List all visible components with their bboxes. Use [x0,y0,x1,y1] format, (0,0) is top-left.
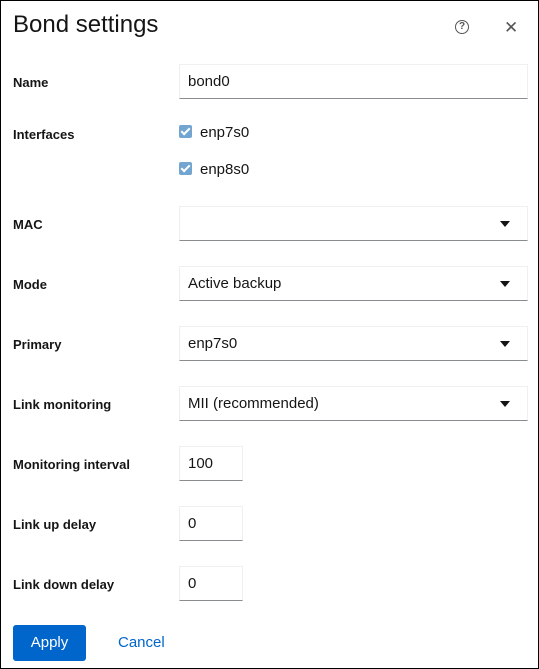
interface-enp8s0-checkbox[interactable]: enp8s0 [179,161,249,178]
primary-label: Primary [13,337,62,352]
name-input[interactable]: bond0 [179,64,528,99]
interfaces-label: Interfaces [13,127,75,142]
link-down-delay-label: Link down delay [13,577,115,592]
primary-value: enp7s0 [188,335,238,352]
cancel-button[interactable]: Cancel [118,634,165,651]
interface-enp7s0-checkbox[interactable]: enp7s0 [179,124,249,141]
link-up-delay-input[interactable]: 0 [179,506,243,541]
link-monitoring-select[interactable]: MII (recommended) [179,386,528,421]
monitoring-interval-input[interactable]: 100 [179,446,243,481]
checkbox-checked-icon[interactable] [179,162,192,175]
mac-label: MAC [13,217,43,232]
bond-settings-dialog: Bond settings ? ✕ Name bond0 Interfaces … [0,0,539,669]
link-monitoring-label: Link monitoring [13,397,112,412]
link-up-delay-label: Link up delay [13,517,97,532]
caret-down-icon [500,221,510,227]
mode-label: Mode [13,277,47,292]
interface-label: enp8s0 [200,161,250,178]
mode-select[interactable]: Active backup [179,266,528,301]
apply-button[interactable]: Apply [13,625,86,661]
monitoring-interval-label: Monitoring interval [13,457,130,472]
dialog-title: Bond settings [13,11,159,38]
interface-label: enp7s0 [200,124,250,141]
mode-value: Active backup [188,275,282,292]
caret-down-icon [500,401,510,407]
name-label: Name [13,75,49,90]
caret-down-icon [500,341,510,347]
close-icon[interactable]: ✕ [504,18,518,38]
checkbox-checked-icon[interactable] [179,125,192,138]
primary-select[interactable]: enp7s0 [179,326,528,361]
link-monitoring-value: MII (recommended) [188,395,319,412]
caret-down-icon [500,281,510,287]
link-down-delay-input[interactable]: 0 [179,566,243,601]
help-icon[interactable]: ? [455,20,469,34]
mac-select[interactable] [179,206,528,241]
